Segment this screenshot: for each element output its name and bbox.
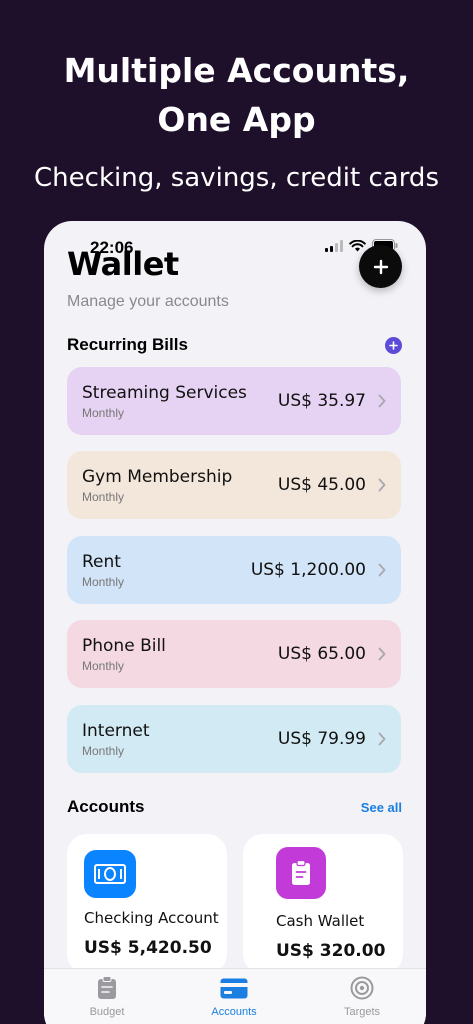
accounts-heading: Accounts: [67, 797, 145, 816]
promo-title-line1: Multiple Accounts,: [63, 51, 410, 90]
chevron-right-icon: [378, 563, 386, 577]
bill-amount: US$ 35.97: [277, 391, 366, 411]
page-subtitle: Manage your accounts: [67, 293, 229, 310]
bill-info: Streaming Services Monthly: [82, 383, 278, 420]
bill-info: Gym Membership Monthly: [82, 467, 278, 504]
bill-name: Streaming Services: [82, 382, 247, 403]
bill-amount: US$ 79.99: [277, 729, 366, 749]
bill-info: Internet Monthly: [82, 721, 278, 758]
budget-icon: [98, 976, 116, 999]
promo-title-line2: One App: [157, 100, 316, 139]
account-card-checking[interactable]: Checking Account US$ 5,420.50: [67, 834, 227, 974]
bill-frequency: Monthly: [82, 658, 125, 673]
bill-frequency: Monthly: [82, 743, 125, 758]
banknote-icon: [84, 850, 136, 898]
bill-frequency: Monthly: [82, 574, 125, 589]
chevron-right-icon: [378, 478, 386, 492]
add-account-button[interactable]: [359, 245, 402, 288]
account-balance: US$ 5,420.50: [84, 938, 212, 958]
bill-row[interactable]: Phone Bill Monthly US$ 65.00: [67, 620, 401, 688]
bill-amount: US$ 45.00: [277, 475, 366, 495]
bill-amount: US$ 1,200.00: [250, 560, 366, 580]
bill-frequency: Monthly: [82, 489, 125, 504]
promo-title: Multiple Accounts, One App: [0, 46, 473, 144]
account-name: Checking Account: [84, 909, 219, 927]
tab-bar: Budget Accounts Targets: [44, 968, 426, 1024]
tab-budget[interactable]: Budget: [57, 975, 157, 1018]
bill-row[interactable]: Streaming Services Monthly US$ 35.97: [67, 367, 401, 435]
wifi-icon: [349, 239, 366, 251]
card-icon: [220, 978, 248, 998]
recurring-bills-heading: Recurring Bills: [67, 335, 188, 354]
bill-frequency: Monthly: [82, 405, 125, 420]
promo-subtitle: Checking, savings, credit cards: [34, 163, 439, 193]
bill-info: Phone Bill Monthly: [82, 636, 278, 673]
tab-accounts[interactable]: Accounts: [184, 975, 284, 1018]
chevron-right-icon: [378, 732, 386, 746]
see-all-link[interactable]: See all: [361, 800, 402, 815]
chevron-right-icon: [378, 394, 386, 408]
bill-row[interactable]: Rent Monthly US$ 1,200.00: [67, 536, 401, 604]
plus-circle-icon: [389, 340, 398, 350]
add-bill-button[interactable]: [385, 336, 402, 354]
bill-info: Rent Monthly: [82, 552, 251, 589]
bill-name: Gym Membership: [82, 466, 233, 487]
plus-icon: [373, 259, 388, 274]
clipboard-icon: [276, 847, 326, 899]
account-name: Cash Wallet: [276, 912, 365, 930]
bill-row[interactable]: Gym Membership Monthly US$ 45.00: [67, 451, 401, 519]
target-icon: [350, 976, 374, 1000]
bill-amount: US$ 65.00: [277, 644, 366, 664]
bill-name: Rent: [82, 551, 121, 572]
tab-targets-label: Targets: [343, 1006, 381, 1018]
bill-row[interactable]: Internet Monthly US$ 79.99: [67, 705, 401, 773]
page-title: Wallet: [67, 245, 179, 283]
tab-accounts-label: Accounts: [211, 1006, 257, 1018]
phone-screen: 22:06 Wallet Manage your accounts Recurr…: [44, 221, 426, 1024]
cellular-signal-icon: [325, 239, 343, 252]
account-card-cash[interactable]: Cash Wallet US$ 320.00: [243, 834, 403, 974]
bill-name: Internet: [82, 720, 150, 741]
chevron-right-icon: [378, 647, 386, 661]
tab-targets[interactable]: Targets: [312, 975, 412, 1018]
recurring-bills-header: Recurring Bills: [67, 335, 402, 355]
accounts-header: Accounts See all: [67, 797, 402, 817]
tab-budget-label: Budget: [89, 1006, 125, 1018]
account-balance: US$ 320.00: [276, 941, 386, 961]
bill-name: Phone Bill: [82, 635, 166, 656]
